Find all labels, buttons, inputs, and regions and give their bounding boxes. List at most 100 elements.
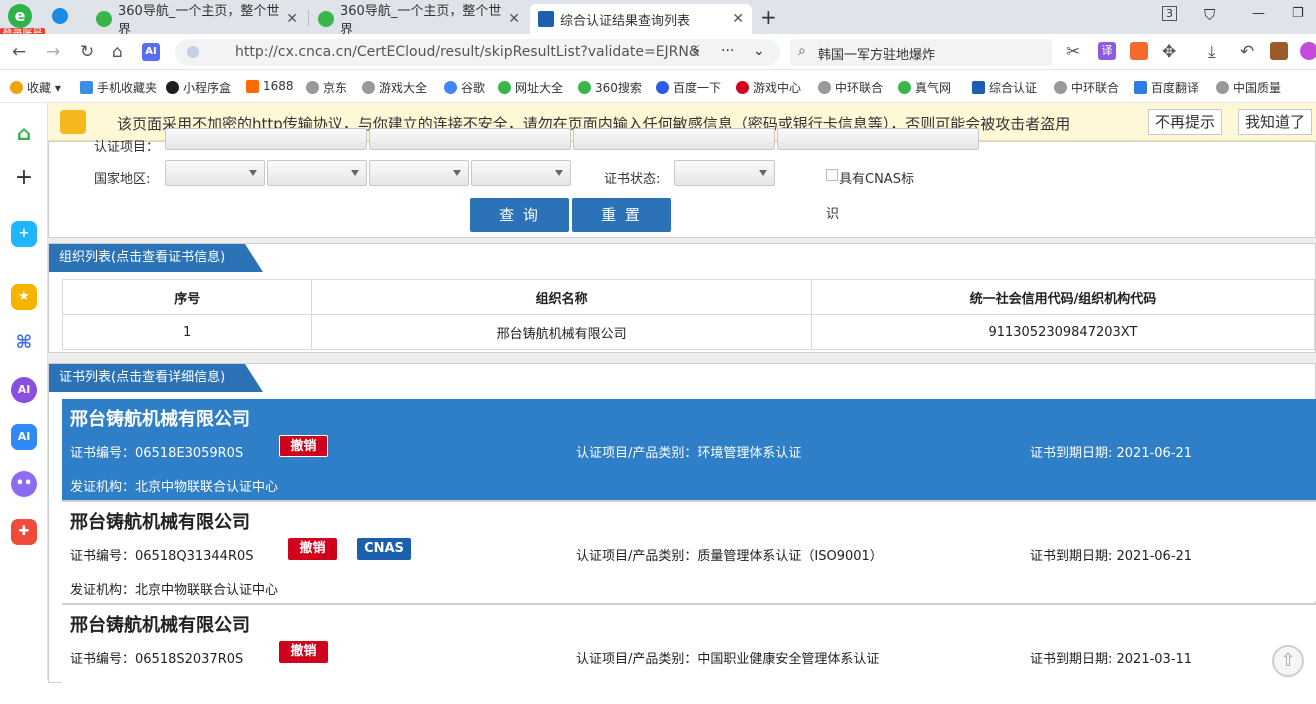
close-tab-icon[interactable]: ✕ <box>732 11 744 27</box>
tab-separator <box>308 10 309 26</box>
home-icon[interactable]: ⌂ <box>112 42 123 62</box>
cert-number: 证书编号：06518E3059R0S <box>70 446 244 461</box>
tab-1[interactable]: 360导航_一个主页，整个世界 ✕ <box>88 4 306 38</box>
bookmark-item[interactable]: 360搜索 <box>578 79 642 96</box>
ai-bubble-icon[interactable] <box>1300 42 1316 60</box>
360-favicon-icon <box>96 11 112 27</box>
cert-card[interactable]: 邢台铸航机械有限公司 证书编号：06518S2037R0S 撤销 认证项目/产品… <box>62 603 1316 704</box>
bookmark-item[interactable]: 百度一下 <box>656 79 721 96</box>
1688-icon <box>246 79 259 93</box>
bookmark-item[interactable]: 小程序盒 <box>166 79 231 96</box>
tab-3-active[interactable]: 综合认证结果查询列表 ✕ <box>530 4 752 34</box>
bookmark-item[interactable]: 手机收藏夹 <box>80 79 157 96</box>
ai-assistant-icon[interactable]: AI <box>142 43 160 61</box>
puzzle-icon[interactable]: + <box>11 221 37 247</box>
scissors-icon[interactable]: ✂ <box>1066 42 1080 62</box>
bookmark-item[interactable]: 网址大全 <box>498 79 563 96</box>
toolbox-icon[interactable] <box>1270 42 1288 60</box>
back-to-top-icon[interactable]: ⇧ <box>1272 645 1304 677</box>
maximize-icon[interactable]: ❐ <box>1292 6 1304 21</box>
tab-2[interactable]: 360导航_一个主页，整个世界 ✕ <box>310 4 528 38</box>
reload-icon[interactable]: ↻ <box>80 42 94 62</box>
cnas-checkbox-label-wrap: 识 <box>826 207 840 222</box>
search-query[interactable]: 韩国一军方驻地爆炸 <box>818 44 935 63</box>
bookmark-item[interactable]: 游戏大全 <box>362 79 427 96</box>
shirt-skin-icon[interactable]: ⛉ <box>1204 6 1215 24</box>
cert-project-input-3[interactable] <box>573 128 775 150</box>
phone-icon <box>80 81 93 94</box>
lightning-icon[interactable]: ⚡ <box>691 43 701 59</box>
url-bar[interactable]: http://cx.cnca.cn/CertECloud/result/skip… <box>175 39 780 66</box>
bookmark-item[interactable]: 谷歌 <box>444 79 485 96</box>
translate-icon[interactable]: 译 <box>1098 42 1116 60</box>
gamepad-icon[interactable]: ✚ <box>11 519 37 545</box>
game-icon[interactable] <box>1130 42 1148 60</box>
ai-circle-icon[interactable]: AI <box>11 377 37 403</box>
new-tab-plus-icon[interactable]: + <box>760 5 777 29</box>
forward-icon[interactable]: → <box>46 42 60 62</box>
query-button[interactable]: 查 询 <box>470 198 569 232</box>
table-row[interactable]: 1 邢台铸航机械有限公司 9113052309847203XT <box>61 314 1316 350</box>
cell-org-name[interactable]: 邢台铸航机械有限公司 <box>311 314 812 350</box>
region-select-2[interactable] <box>267 160 367 186</box>
undo-icon[interactable]: ↶ <box>1240 42 1254 62</box>
translate-icon <box>1134 81 1147 94</box>
bookmark-item[interactable]: 中国质量 <box>1216 79 1281 96</box>
bookmark-item[interactable]: 中环联合 <box>818 79 883 96</box>
cnas-checkbox[interactable] <box>826 169 838 181</box>
close-tab-icon[interactable]: ✕ <box>286 11 298 27</box>
status-label: 证书状态: <box>604 172 661 187</box>
chat-bot-icon[interactable]: •• <box>11 471 37 497</box>
more-icon[interactable]: ··· <box>721 43 734 59</box>
cert-project-input[interactable] <box>165 128 367 150</box>
ai-square-icon[interactable]: AI <box>11 424 37 450</box>
baidu-paw-icon <box>656 81 669 94</box>
bookmark-item[interactable]: 真气网 <box>898 79 951 96</box>
chevron-down-icon[interactable]: ⌄ <box>753 43 765 59</box>
back-icon[interactable]: ← <box>12 42 26 62</box>
search-form: 认证项目： 国家地区: 证书状态: 具有CNAS标 识 查 询 重 置 <box>48 128 1316 238</box>
region-select-1[interactable] <box>165 160 265 186</box>
chevron-down-icon <box>351 170 359 176</box>
download-icon[interactable]: ⤓ <box>1208 42 1216 62</box>
cnca-icon <box>972 81 985 94</box>
bookmarks-bar: 收藏 ▾ 手机收藏夹 小程序盒 1688 京东 游戏大全 谷歌 网址大全 360… <box>0 70 1316 103</box>
cell-index: 1 <box>61 314 313 350</box>
company-name: 邢台铸航机械有限公司 <box>70 409 250 430</box>
star-icon[interactable]: ★ <box>11 284 37 310</box>
plus-icon[interactable]: + <box>11 165 37 191</box>
bookmark-item[interactable]: 京东 <box>306 79 347 96</box>
cert-project-input-4[interactable] <box>777 128 979 150</box>
bookmark-item[interactable]: 收藏 ▾ <box>10 79 61 96</box>
cert-card[interactable]: 邢台铸航机械有限公司 证书编号：06518E3059R0S 撤销 认证项目/产品… <box>62 399 1316 500</box>
org-panel: 组织列表(点击查看证书信息) 序号 组织名称 统一社会信用代码/组织机构代码 1… <box>48 243 1316 353</box>
network-icon[interactable]: ⌘ <box>11 330 37 356</box>
search-box[interactable]: ⌕ 韩国一军方驻地爆炸 <box>790 39 1052 66</box>
bookmark-item[interactable]: 百度翻译 <box>1134 79 1199 96</box>
tab-count[interactable]: 3 <box>1162 6 1177 21</box>
extensions-icon[interactable]: ✥ <box>1162 42 1176 62</box>
cert-project-input-2[interactable] <box>369 128 571 150</box>
region-select-4[interactable] <box>471 160 571 186</box>
chevron-down-icon <box>555 170 563 176</box>
cert-card[interactable]: 邢台铸航机械有限公司 证书编号：06518Q31344R0S 撤销 CNAS 认… <box>62 500 1316 601</box>
leaf-icon <box>898 81 911 94</box>
bookmark-item[interactable]: 综合认证 <box>972 79 1037 96</box>
minimize-icon[interactable]: — <box>1252 6 1265 21</box>
cell-credit-code: 9113052309847203XT <box>810 314 1316 350</box>
bookmark-item[interactable]: 1688 <box>246 79 294 93</box>
url-text[interactable]: http://cx.cnca.cn/CertECloud/result/skip… <box>235 44 700 60</box>
reset-button[interactable]: 重 置 <box>572 198 671 232</box>
browser-logo-icon: e <box>8 4 32 28</box>
status-select[interactable] <box>674 160 775 186</box>
bookmark-item[interactable]: 游戏中心 <box>736 79 801 96</box>
region-select-3[interactable] <box>369 160 469 186</box>
acknowledge-button[interactable]: 我知道了 <box>1238 109 1313 135</box>
site-info-icon[interactable] <box>187 46 199 58</box>
dismiss-button[interactable]: 不再提示 <box>1148 109 1223 135</box>
home-icon[interactable]: ⌂ <box>11 120 37 146</box>
warning-face-icon <box>60 110 86 134</box>
bookmark-item[interactable]: 中环联合 <box>1054 79 1119 96</box>
close-tab-icon[interactable]: ✕ <box>508 11 520 27</box>
pinned-tab-icon[interactable] <box>52 8 68 24</box>
